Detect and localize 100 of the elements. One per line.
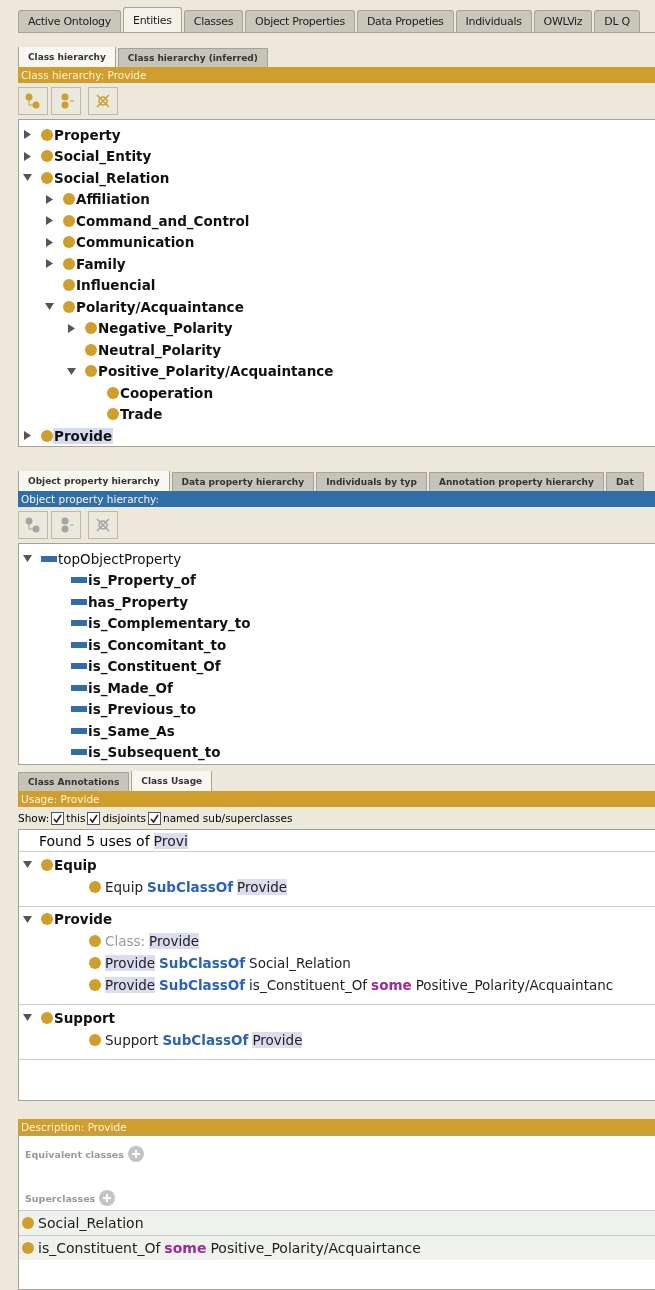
view-tab[interactable]: Data property hierarchy bbox=[171, 472, 315, 491]
property-icon bbox=[71, 598, 87, 605]
main-tab[interactable]: Active Ontology bbox=[18, 10, 121, 32]
view-tab[interactable]: Class Annotations bbox=[18, 772, 130, 791]
panel-header: Class hierarchy: Provide bbox=[18, 67, 655, 83]
expand-arrow-icon[interactable] bbox=[67, 323, 76, 333]
entity-text: Provide bbox=[105, 955, 156, 971]
class-tree-item[interactable]: Neutral_Polarity bbox=[97, 341, 223, 358]
view-tab[interactable]: Dat bbox=[605, 472, 644, 491]
property-icon bbox=[71, 620, 87, 627]
property-tree-item[interactable]: is_Constituent_Of bbox=[87, 658, 222, 675]
property-tree-item[interactable]: is_Previous_to bbox=[87, 701, 197, 718]
expand-arrow-icon[interactable] bbox=[45, 216, 54, 226]
view-tab[interactable]: Class hierarchy (inferred) bbox=[117, 48, 268, 67]
expand-arrow-icon[interactable] bbox=[23, 431, 32, 441]
property-tree-item[interactable]: is_Same_As bbox=[87, 722, 176, 739]
collapse-arrow-icon[interactable] bbox=[23, 914, 32, 924]
class-tree-item[interactable]: Provide bbox=[53, 427, 114, 444]
class-icon bbox=[107, 386, 119, 399]
class-icon bbox=[89, 979, 101, 991]
view-tab[interactable]: Object property hierarchy bbox=[18, 471, 170, 491]
keyword-text: SubClassOf bbox=[159, 955, 246, 971]
class-icon bbox=[89, 880, 101, 893]
found-text: Found 5 uses of bbox=[39, 833, 150, 849]
class-tree-item[interactable]: Communication bbox=[75, 234, 196, 251]
view-tab[interactable]: Annotation property hierarchy bbox=[428, 472, 604, 491]
view-tab[interactable]: Individuals by typ bbox=[316, 472, 427, 491]
class-tree-item[interactable]: Social_Relation bbox=[53, 169, 171, 186]
checkbox-label: named sub/superclasses bbox=[163, 812, 293, 824]
main-tab[interactable]: DL Q bbox=[594, 10, 640, 32]
expand-arrow-icon[interactable] bbox=[23, 151, 32, 161]
class-tree-item[interactable]: Command_and_Control bbox=[75, 212, 251, 229]
class-icon bbox=[63, 257, 75, 270]
class-tree-item[interactable]: Cooperation bbox=[119, 384, 214, 401]
property-tree-item[interactable]: is_Complementary_to bbox=[87, 615, 252, 632]
section-label: Equivalent classes bbox=[25, 1148, 124, 1160]
class-tree-item[interactable]: Negative_Polarity bbox=[97, 320, 234, 337]
class-icon bbox=[63, 193, 75, 206]
class-tree-item[interactable]: Trade bbox=[119, 406, 164, 423]
entity-text: Support bbox=[105, 1031, 159, 1048]
class-icon bbox=[41, 858, 53, 871]
class-icon bbox=[63, 236, 75, 249]
checkbox[interactable] bbox=[51, 811, 65, 825]
checkbox-label: disjoints bbox=[102, 812, 147, 824]
collapse-arrow-icon[interactable] bbox=[23, 860, 32, 870]
property-tree-item[interactable]: is_Subsequent_to bbox=[87, 744, 222, 761]
collapse-arrow-icon[interactable] bbox=[45, 302, 54, 312]
entity-text: Provide bbox=[237, 878, 288, 895]
property-tree-item[interactable]: topObjectProperty bbox=[57, 550, 183, 567]
section-label: Superclasses bbox=[25, 1192, 96, 1204]
entity-text: Provide bbox=[252, 1031, 303, 1048]
panel-header: Description: Provide bbox=[18, 1119, 655, 1135]
usage-group-title[interactable]: Support bbox=[53, 1009, 117, 1026]
usage-group-title[interactable]: Provide bbox=[53, 911, 114, 928]
expand-arrow-icon[interactable] bbox=[45, 237, 54, 247]
class-icon bbox=[89, 935, 101, 947]
class-tree-item[interactable]: Social_Entity bbox=[53, 148, 153, 165]
class-icon bbox=[41, 128, 53, 141]
usage-group-title[interactable]: Equip bbox=[53, 856, 98, 873]
view-tab[interactable]: Class Usage bbox=[131, 771, 213, 791]
property-tree-item[interactable]: is_Made_Of bbox=[87, 679, 174, 696]
show-label: Show: bbox=[18, 812, 50, 824]
entity-text: Positive_Polarity/Acquairtance bbox=[210, 1240, 421, 1256]
property-tree-item[interactable]: is_Property_of bbox=[87, 572, 197, 589]
class-icon bbox=[41, 429, 53, 442]
expand-arrow-icon[interactable] bbox=[45, 194, 54, 204]
expand-arrow-icon[interactable] bbox=[45, 259, 54, 269]
keyword-text: some bbox=[164, 1240, 207, 1256]
collapse-arrow-icon[interactable] bbox=[23, 173, 32, 183]
main-tab[interactable]: Classes bbox=[183, 10, 244, 32]
checkbox[interactable] bbox=[87, 811, 101, 825]
main-tab[interactable]: OWLViz bbox=[533, 10, 593, 32]
main-tab[interactable]: Individuals bbox=[455, 10, 532, 32]
delete-icon bbox=[94, 516, 112, 534]
collapse-arrow-icon[interactable] bbox=[23, 1013, 32, 1023]
collapse-arrow-icon[interactable] bbox=[67, 366, 76, 376]
expand-arrow-icon[interactable] bbox=[23, 130, 32, 140]
class-tree-item[interactable]: Influencial bbox=[75, 277, 157, 294]
main-tab[interactable]: Entities bbox=[123, 7, 182, 32]
entity-text: Positive_Polarity/Acquaintanc bbox=[415, 977, 614, 993]
class-icon bbox=[41, 913, 53, 926]
panel-header: Object property hierarchy: bbox=[18, 491, 655, 507]
class-tree-item[interactable]: Property bbox=[53, 126, 122, 143]
class-icon bbox=[41, 1011, 53, 1024]
class-icon bbox=[89, 957, 101, 969]
property-tree-item[interactable]: is_Concomitant_to bbox=[87, 636, 228, 653]
checkbox[interactable] bbox=[148, 811, 162, 825]
class-tree-item[interactable]: Positive_Polarity/Acquaintance bbox=[97, 363, 335, 380]
property-icon bbox=[71, 641, 87, 648]
collapse-arrow-icon[interactable] bbox=[23, 554, 32, 564]
view-tab[interactable]: Class hierarchy bbox=[18, 47, 116, 67]
main-tab[interactable]: Object Properties bbox=[245, 10, 355, 32]
class-icon bbox=[63, 214, 75, 227]
property-tree-item[interactable]: has_Property bbox=[87, 593, 190, 610]
main-tab[interactable]: Data Propeties bbox=[356, 10, 454, 32]
class-tree-item[interactable]: Family bbox=[75, 255, 127, 272]
class-tree-item[interactable]: Affiliation bbox=[75, 191, 151, 208]
class-tree-item[interactable]: Polarity/Acquaintance bbox=[75, 298, 245, 315]
class-icon bbox=[41, 171, 53, 184]
add-child-icon bbox=[24, 516, 42, 534]
